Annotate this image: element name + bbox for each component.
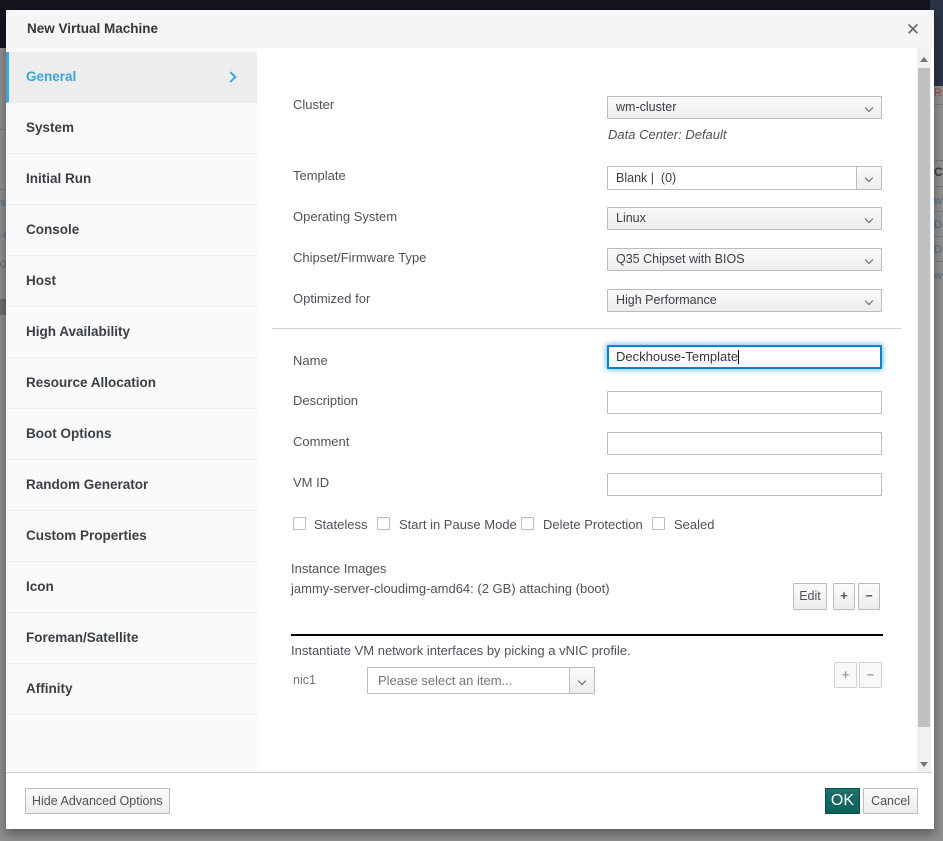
- sidebar-item-console[interactable]: Console: [6, 205, 257, 256]
- background-fragment: w: [934, 270, 942, 282]
- background-row-line: [934, 104, 943, 105]
- cluster-select[interactable]: wm-cluster: [607, 96, 882, 119]
- scrollbar-thumb[interactable]: [918, 68, 930, 727]
- add-nic-button[interactable]: +: [834, 662, 857, 688]
- start-in-pause-mode-checkbox[interactable]: [377, 517, 390, 530]
- stateless-label: Stateless: [314, 517, 367, 532]
- sidebar-item-random-generator[interactable]: Random Generator: [6, 460, 257, 511]
- add-image-button[interactable]: +: [833, 583, 855, 610]
- background-fragment: Re: [934, 87, 943, 99]
- close-icon[interactable]: ✕: [903, 20, 923, 40]
- vm-id-input[interactable]: [607, 473, 882, 496]
- name-label: Name: [293, 353, 328, 368]
- os-select[interactable]: Linux: [607, 207, 882, 230]
- chevron-down-icon: [578, 677, 586, 685]
- background-fragment: s: [0, 197, 6, 209]
- chevron-down-icon: [865, 215, 873, 223]
- optimized-for-label: Optimized for: [293, 291, 370, 306]
- background-fragment: w: [934, 195, 942, 207]
- background-fragment: C: [934, 166, 943, 178]
- delete-protection-label: Delete Protection: [543, 517, 643, 532]
- chipset-select[interactable]: Q35 Chipset with BIOS: [607, 248, 882, 271]
- template-select[interactable]: Blank | (0): [607, 166, 882, 190]
- chevron-right-icon: [225, 71, 236, 82]
- nic1-select-button[interactable]: [569, 668, 594, 693]
- chevron-down-icon: [865, 297, 873, 305]
- text-cursor: [738, 350, 739, 364]
- nic1-label: nic1: [293, 673, 316, 687]
- scroll-down-arrow[interactable]: [920, 762, 928, 767]
- background-fragment: D: [934, 244, 942, 256]
- comment-input[interactable]: [607, 432, 882, 455]
- remove-image-button[interactable]: −: [858, 583, 880, 610]
- start-in-pause-mode-label: Start in Pause Mode: [399, 517, 517, 532]
- sealed-checkbox[interactable]: [652, 517, 665, 530]
- scrollbar[interactable]: [917, 48, 931, 772]
- sidebar-item-resource-allocation[interactable]: Resource Allocation: [6, 358, 257, 409]
- description-label: Description: [293, 393, 358, 408]
- vm-id-label: VM ID: [293, 475, 329, 490]
- ok-button[interactable]: OK: [825, 788, 860, 814]
- section-divider: [272, 328, 901, 329]
- sidebar-item-host[interactable]: Host: [6, 256, 257, 307]
- instance-image-item: jammy-server-cloudimg-amd64: (2 GB) atta…: [291, 581, 610, 596]
- sidebar-item-initial-run[interactable]: Initial Run: [6, 154, 257, 205]
- background-row-line: [934, 211, 943, 212]
- background-row-line: [934, 261, 943, 262]
- template-select-button[interactable]: [856, 167, 881, 189]
- optimized-for-select[interactable]: High Performance: [607, 289, 882, 312]
- sidebar-item-system[interactable]: System: [6, 103, 257, 154]
- dialog-footer: Hide Advanced Options OK Cancel: [6, 772, 932, 828]
- background-row-line: [934, 160, 943, 161]
- chevron-down-icon: [865, 256, 873, 264]
- background-row-line: [934, 236, 943, 237]
- comment-label: Comment: [293, 434, 349, 449]
- background-row-line: [934, 186, 943, 187]
- data-center-note: Data Center: Default: [608, 127, 727, 142]
- background-fragment: D: [934, 219, 942, 231]
- template-label: Template: [293, 168, 346, 183]
- nic-section-divider: [291, 634, 883, 636]
- general-form: Cluster wm-cluster Data Center: Default …: [257, 48, 917, 772]
- sidebar-item-affinity[interactable]: Affinity: [6, 664, 257, 715]
- stateless-checkbox[interactable]: [293, 517, 306, 530]
- nic-section-note: Instantiate VM network interfaces by pic…: [291, 643, 631, 658]
- dialog-header: New Virtual Machine ✕: [6, 10, 934, 48]
- sealed-label: Sealed: [674, 517, 714, 532]
- chevron-down-icon: [865, 174, 873, 182]
- description-input[interactable]: [607, 391, 882, 414]
- nic1-profile-select[interactable]: Please select an item...: [367, 667, 595, 694]
- chipset-label: Chipset/Firmware Type: [293, 250, 426, 265]
- sidebar-item-boot-options[interactable]: Boot Options: [6, 409, 257, 460]
- cancel-button[interactable]: Cancel: [863, 788, 918, 814]
- remove-nic-button[interactable]: −: [859, 662, 882, 688]
- chevron-down-icon: [865, 104, 873, 112]
- dialog-sidebar: General System Initial Run Console Host …: [6, 48, 258, 772]
- sidebar-item-general[interactable]: General: [6, 52, 257, 103]
- delete-protection-checkbox[interactable]: [521, 517, 534, 530]
- dialog-title: New Virtual Machine: [27, 10, 158, 48]
- name-input[interactable]: Deckhouse-Template: [607, 345, 882, 369]
- new-vm-dialog: New Virtual Machine ✕ General System Ini…: [6, 10, 934, 829]
- scroll-up-arrow[interactable]: [920, 57, 928, 62]
- sidebar-item-high-availability[interactable]: High Availability: [6, 307, 257, 358]
- cluster-label: Cluster: [293, 97, 334, 112]
- sidebar-item-icon[interactable]: Icon: [6, 562, 257, 613]
- instance-images-label: Instance Images: [291, 561, 386, 576]
- hide-advanced-options-button[interactable]: Hide Advanced Options: [25, 788, 170, 814]
- os-label: Operating System: [293, 209, 397, 224]
- sidebar-item-custom-properties[interactable]: Custom Properties: [6, 511, 257, 562]
- sidebar-item-foreman-satellite[interactable]: Foreman/Satellite: [6, 613, 257, 664]
- edit-image-button[interactable]: Edit: [793, 583, 827, 610]
